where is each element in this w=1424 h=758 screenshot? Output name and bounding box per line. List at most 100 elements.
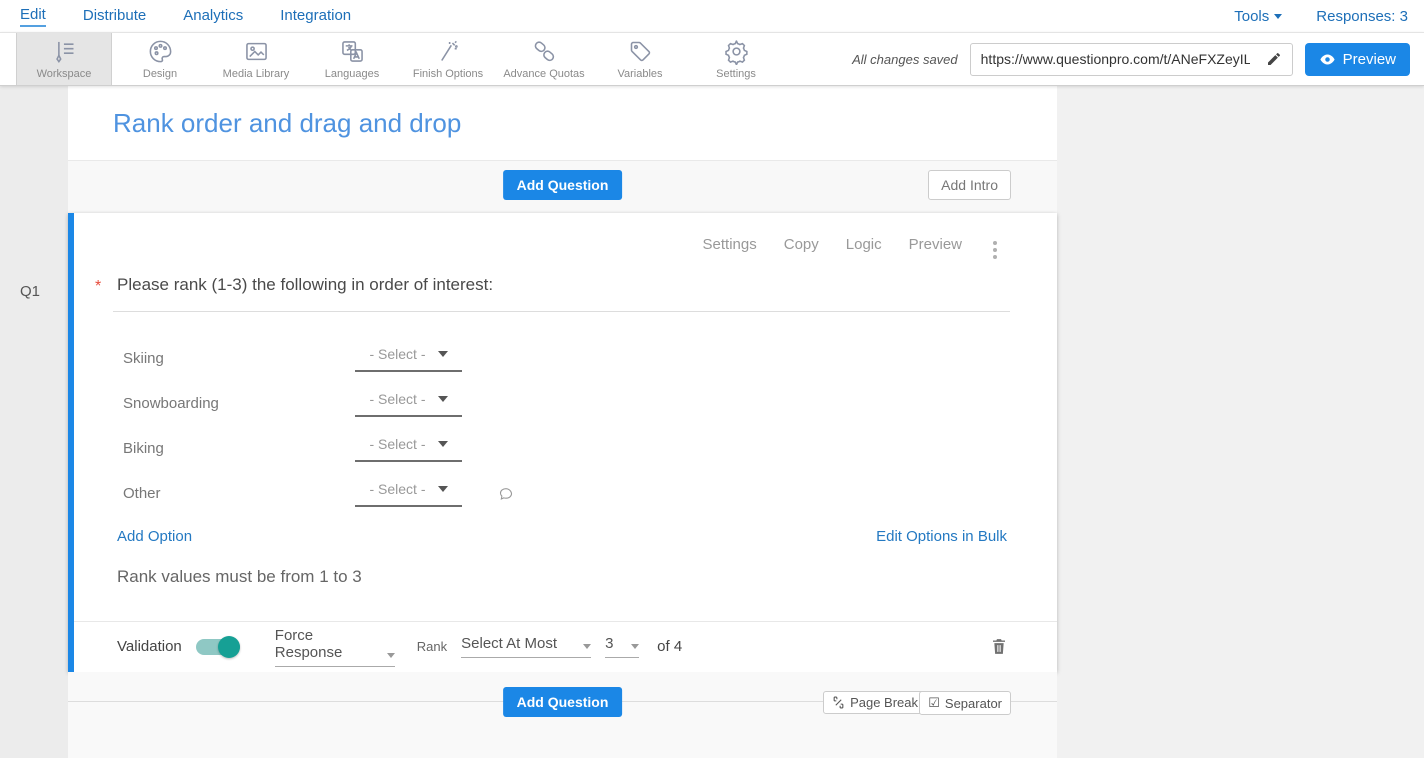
question-number-label: Q1 <box>20 283 40 300</box>
trash-icon <box>991 637 1007 656</box>
chevron-down-icon <box>438 351 448 357</box>
nav-edit[interactable]: Edit <box>20 6 46 27</box>
edit-url-button[interactable] <box>1256 44 1292 75</box>
rank-select-value: - Select - <box>369 346 425 362</box>
toolbar-item-settings[interactable]: Settings <box>688 33 784 85</box>
toolbar-item-finish-options[interactable]: Finish Options <box>400 33 496 85</box>
nav-analytics[interactable]: Analytics <box>183 7 243 26</box>
page-break-button[interactable]: Page Break <box>823 691 927 714</box>
option-row: Snowboarding - Select - <box>74 381 1057 426</box>
top-navbar: Edit Distribute Analytics Integration To… <box>0 0 1424 32</box>
option-actions-row: Add Option Edit Options in Bulk <box>117 526 1007 546</box>
image-icon <box>243 38 270 65</box>
edit-options-bulk-link[interactable]: Edit Options in Bulk <box>876 528 1007 545</box>
toolbar-item-label: Finish Options <box>413 68 483 80</box>
validation-type-select[interactable]: Force Response <box>275 627 395 667</box>
option-label[interactable]: Skiing <box>123 350 355 367</box>
chevron-down-icon <box>438 396 448 402</box>
toolbar-item-advance-quotas[interactable]: Advance Quotas <box>496 33 592 85</box>
separator-label: Separator <box>945 696 1002 711</box>
toolbar-item-label: Settings <box>716 68 756 80</box>
toolbar-item-variables[interactable]: Variables <box>592 33 688 85</box>
question-more-menu[interactable] <box>993 241 997 259</box>
add-question-button-top[interactable]: Add Question <box>503 170 623 200</box>
toolbar-items: Workspace Design Media Library <box>16 33 784 85</box>
pencil-icon <box>1266 51 1282 67</box>
gear-icon <box>723 38 750 65</box>
option-label[interactable]: Snowboarding <box>123 395 355 412</box>
tools-label: Tools <box>1234 8 1269 25</box>
rank-select-value: - Select - <box>369 391 425 407</box>
toolbar-item-design[interactable]: Design <box>112 33 208 85</box>
nav-distribute[interactable]: Distribute <box>83 7 146 26</box>
question-card-menu: Settings Copy Logic Preview <box>74 213 1057 253</box>
add-question-button-bottom[interactable]: Add Question <box>503 687 623 717</box>
toolbar-item-label: Workspace <box>37 68 92 80</box>
option-label[interactable]: Biking <box>123 440 355 457</box>
nav-integration[interactable]: Integration <box>280 7 351 26</box>
question-card: Settings Copy Logic Preview * Please ran… <box>68 213 1057 672</box>
toolbar-item-label: Variables <box>617 68 662 80</box>
workspace-icon <box>51 38 78 65</box>
rank-select[interactable]: - Select - <box>355 346 462 372</box>
rank-mode-select[interactable]: Select At Most <box>461 635 591 658</box>
rank-count-value: 3 <box>605 635 613 652</box>
add-intro-button[interactable]: Add Intro <box>928 170 1011 200</box>
chevron-down-icon <box>387 653 395 658</box>
checkbox-checked-icon: ☑ <box>928 695 940 711</box>
add-option-link[interactable]: Add Option <box>117 528 192 545</box>
add-question-strip-top: Add Question Add Intro <box>68 161 1057 213</box>
chevron-down-icon <box>438 486 448 492</box>
option-label[interactable]: Other <box>123 485 355 502</box>
survey-url-box <box>970 43 1293 76</box>
separator-button[interactable]: ☑ Separator <box>919 691 1011 715</box>
toolbar-item-languages[interactable]: Languages <box>304 33 400 85</box>
page-break-label: Page Break <box>850 695 918 710</box>
validation-type-value: Force Response <box>275 627 379 661</box>
survey-title[interactable]: Rank order and drag and drop <box>113 108 461 139</box>
question-text-field[interactable]: * Please rank (1-3) the following in ord… <box>113 275 1010 312</box>
validation-row: Validation Force Response Rank Select At… <box>74 621 1057 671</box>
option-row: Other - Select - <box>74 471 1057 516</box>
survey-url-input[interactable] <box>971 51 1256 67</box>
chevron-down-icon <box>583 644 591 649</box>
question-settings-link[interactable]: Settings <box>703 236 757 253</box>
speech-bubble-icon <box>498 486 514 502</box>
question-preview-link[interactable]: Preview <box>909 236 962 253</box>
toolbar-item-label: Design <box>143 68 177 80</box>
add-question-strip-bottom: Add Question Page Break ☑ Separator <box>68 672 1057 758</box>
validation-label: Validation <box>117 638 182 655</box>
edit-toolbar: Workspace Design Media Library <box>0 32 1424 86</box>
toggle-knob <box>218 636 240 658</box>
toolbar-item-label: Media Library <box>223 68 290 80</box>
nav-right: Tools Responses: 3 <box>1234 8 1408 25</box>
toolbar-item-workspace[interactable]: Workspace <box>16 33 112 85</box>
toolbar-item-media-library[interactable]: Media Library <box>208 33 304 85</box>
rank-select[interactable]: - Select - <box>355 436 462 462</box>
validation-toggle[interactable] <box>196 639 240 655</box>
preview-button[interactable]: Preview <box>1305 43 1410 76</box>
question-logic-link[interactable]: Logic <box>846 236 882 253</box>
chevron-down-icon <box>438 441 448 447</box>
chevron-down-icon <box>1274 14 1282 19</box>
survey-title-section: Rank order and drag and drop <box>68 86 1057 161</box>
rank-select-value: - Select - <box>369 436 425 452</box>
tools-menu[interactable]: Tools <box>1234 8 1282 25</box>
right-background <box>1057 86 1424 758</box>
chevron-down-icon <box>631 644 639 649</box>
responses-label: Responses: 3 <box>1316 8 1408 25</box>
rank-select[interactable]: - Select - <box>355 391 462 417</box>
question-text[interactable]: Please rank (1-3) the following in order… <box>113 275 493 294</box>
options-list: Skiing - Select - Snowboarding - Select … <box>74 336 1057 516</box>
responses-link[interactable]: Responses: 3 <box>1316 8 1408 25</box>
rank-count-select[interactable]: 3 <box>605 635 639 658</box>
magic-wand-icon <box>435 38 462 65</box>
option-row: Biking - Select - <box>74 426 1057 471</box>
preview-label: Preview <box>1343 51 1396 68</box>
delete-question-button[interactable] <box>991 637 1007 656</box>
broken-link-icon <box>832 696 845 709</box>
question-copy-link[interactable]: Copy <box>784 236 819 253</box>
rank-select[interactable]: - Select - <box>355 481 462 507</box>
toolbar-right: All changes saved Preview <box>852 33 1424 85</box>
comment-option-button[interactable] <box>498 486 514 502</box>
